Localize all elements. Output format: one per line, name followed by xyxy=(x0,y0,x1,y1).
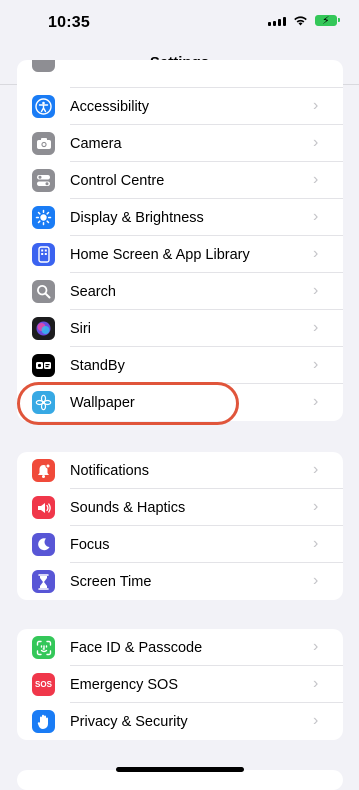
bell-icon xyxy=(32,459,55,482)
settings-row-partial[interactable] xyxy=(17,60,343,88)
settings-row-label: Siri xyxy=(70,320,91,337)
settings-row-label: Privacy & Security xyxy=(70,713,188,730)
home-screen-icon xyxy=(32,243,55,266)
settings-row-label: Focus xyxy=(70,536,110,553)
settings-row-label: Accessibility xyxy=(70,98,149,115)
settings-row-face-id[interactable]: Face ID & Passcode › xyxy=(17,629,343,666)
hand-icon xyxy=(32,710,55,733)
settings-row-notifications[interactable]: Notifications › xyxy=(17,452,343,489)
settings-group-next-partial xyxy=(17,770,343,790)
chevron-right-icon: › xyxy=(313,171,319,188)
chevron-right-icon: › xyxy=(313,675,319,692)
hourglass-icon xyxy=(32,570,55,593)
chevron-right-icon: › xyxy=(313,638,319,655)
control-centre-icon xyxy=(32,169,55,192)
face-id-icon xyxy=(32,636,55,659)
settings-row-label: Face ID & Passcode xyxy=(70,639,203,656)
partial-icon xyxy=(32,60,55,72)
home-indicator[interactable] xyxy=(116,767,244,772)
settings-row-label: Sounds & Haptics xyxy=(70,499,186,516)
settings-row-emergency-sos[interactable]: SOS Emergency SOS › xyxy=(17,666,343,703)
chevron-right-icon: › xyxy=(313,535,319,552)
cellular-signal-icon xyxy=(268,15,286,26)
settings-row-label: Notifications xyxy=(70,462,149,479)
settings-row-privacy-security[interactable]: Privacy & Security › xyxy=(17,703,343,740)
accessibility-icon xyxy=(32,95,55,118)
chevron-right-icon: › xyxy=(313,282,319,299)
chevron-right-icon: › xyxy=(313,356,319,373)
settings-row-camera[interactable]: Camera › xyxy=(17,125,343,162)
settings-row-standby[interactable]: StandBy › xyxy=(17,347,343,384)
settings-row-sounds-haptics[interactable]: Sounds & Haptics › xyxy=(17,489,343,526)
camera-icon xyxy=(32,132,55,155)
settings-row-display-brightness[interactable]: Display & Brightness › xyxy=(17,199,343,236)
status-icons: ⚡ xyxy=(268,15,340,27)
status-bar: 10:35 ⚡ xyxy=(0,0,359,44)
settings-row-label: Home Screen & App Library xyxy=(70,246,250,263)
settings-row-search[interactable]: Search › xyxy=(17,273,343,310)
wallpaper-highlight-circle xyxy=(17,382,239,425)
sun-icon xyxy=(32,206,55,229)
settings-group-general: Accessibility › Camera › Control Centre … xyxy=(17,60,343,421)
sos-icon: SOS xyxy=(32,673,55,696)
settings-row-label: Screen Time xyxy=(70,573,152,590)
chevron-right-icon: › xyxy=(313,245,319,262)
chevron-right-icon: › xyxy=(313,97,319,114)
settings-row-focus[interactable]: Focus › xyxy=(17,526,343,563)
settings-row-accessibility[interactable]: Accessibility › xyxy=(17,88,343,125)
speaker-icon xyxy=(32,496,55,519)
settings-row-screen-time[interactable]: Screen Time › xyxy=(17,563,343,600)
settings-row-label: Display & Brightness xyxy=(70,209,204,226)
settings-row-label: Search xyxy=(70,283,116,300)
chevron-right-icon: › xyxy=(313,461,319,478)
battery-icon: ⚡ xyxy=(315,15,340,27)
chevron-right-icon: › xyxy=(313,134,319,151)
chevron-right-icon: › xyxy=(313,208,319,225)
search-icon xyxy=(32,280,55,303)
chevron-right-icon: › xyxy=(313,393,319,410)
standby-icon xyxy=(32,354,55,377)
settings-row-home-screen[interactable]: Home Screen & App Library › xyxy=(17,236,343,273)
settings-row-label: Camera xyxy=(70,135,122,152)
chevron-right-icon: › xyxy=(313,319,319,336)
settings-row-control-centre[interactable]: Control Centre › xyxy=(17,162,343,199)
settings-group-notifications: Notifications › Sounds & Haptics › Focus… xyxy=(17,452,343,600)
siri-icon xyxy=(32,317,55,340)
settings-row-label: Control Centre xyxy=(70,172,165,189)
settings-row-label: StandBy xyxy=(70,357,125,374)
moon-icon xyxy=(32,533,55,556)
chevron-right-icon: › xyxy=(313,498,319,515)
settings-group-privacy: Face ID & Passcode › SOS Emergency SOS ›… xyxy=(17,629,343,740)
status-time: 10:35 xyxy=(48,14,90,31)
settings-row-siri[interactable]: Siri › xyxy=(17,310,343,347)
wifi-icon xyxy=(294,16,307,26)
settings-row-label: Emergency SOS xyxy=(70,676,178,693)
chevron-right-icon: › xyxy=(313,712,319,729)
chevron-right-icon: › xyxy=(313,572,319,589)
